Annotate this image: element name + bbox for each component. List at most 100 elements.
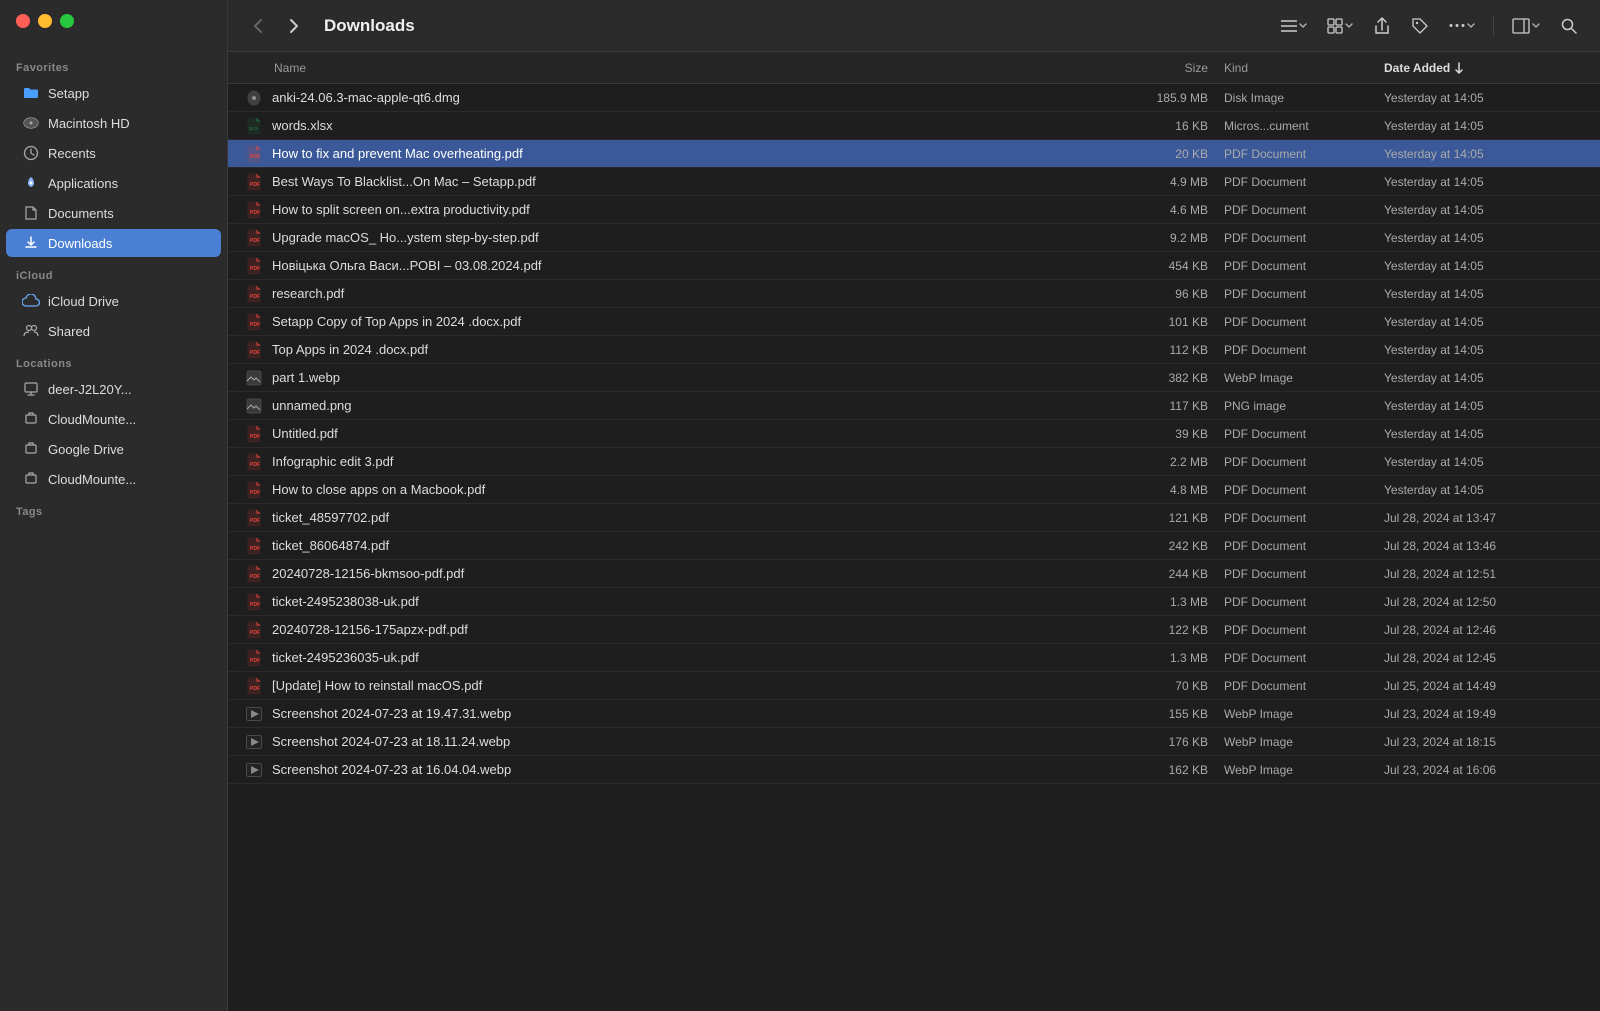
table-row[interactable]: XLS words.xlsx 16 KB Micros...cument Yes… bbox=[228, 112, 1600, 140]
file-size: 2.2 MB bbox=[1114, 455, 1224, 469]
table-row[interactable]: PDF research.pdf 96 KB PDF Document Yest… bbox=[228, 280, 1600, 308]
table-row[interactable]: Screenshot 2024-07-23 at 16.04.04.webp 1… bbox=[228, 756, 1600, 784]
file-size: 16 KB bbox=[1114, 119, 1224, 133]
sidebar-item-recents[interactable]: Recents bbox=[6, 139, 221, 167]
col-header-name[interactable]: Name bbox=[244, 61, 1114, 75]
svg-text:PDF: PDF bbox=[250, 210, 260, 216]
file-date: Yesterday at 14:05 bbox=[1384, 455, 1584, 469]
sidebar-item-icloud-drive[interactable]: iCloud Drive bbox=[6, 287, 221, 315]
grid-view-button[interactable] bbox=[1321, 14, 1359, 38]
file-size: 176 KB bbox=[1114, 735, 1224, 749]
google-drive-icon bbox=[22, 440, 40, 458]
file-kind: PDF Document bbox=[1224, 231, 1384, 245]
pdf-icon: PDF bbox=[244, 424, 264, 444]
favorites-section-label: Favorites bbox=[0, 50, 227, 78]
maximize-button[interactable] bbox=[60, 14, 74, 28]
back-button[interactable] bbox=[244, 12, 272, 40]
sidebar-item-shared[interactable]: Shared bbox=[6, 317, 221, 345]
pdf-icon: PDF bbox=[244, 172, 264, 192]
list-view-button[interactable] bbox=[1275, 15, 1313, 37]
sidebar-item-deer[interactable]: deer-J2L20Y... bbox=[6, 375, 221, 403]
table-row[interactable]: PDF How to fix and prevent Mac overheati… bbox=[228, 140, 1600, 168]
sidebar-item-documents[interactable]: Documents bbox=[6, 199, 221, 227]
file-date: Jul 23, 2024 at 18:15 bbox=[1384, 735, 1584, 749]
sidebar-item-google-drive[interactable]: Google Drive bbox=[6, 435, 221, 463]
toolbar-actions bbox=[1275, 11, 1584, 41]
minimize-button[interactable] bbox=[38, 14, 52, 28]
table-row[interactable]: Screenshot 2024-07-23 at 19.47.31.webp 1… bbox=[228, 700, 1600, 728]
svg-text:PDF: PDF bbox=[250, 322, 260, 328]
file-name: Screenshot 2024-07-23 at 16.04.04.webp bbox=[272, 762, 1114, 777]
sidebar-item-label: Downloads bbox=[48, 236, 112, 251]
window-title: Downloads bbox=[324, 16, 1267, 36]
tag-button[interactable] bbox=[1405, 11, 1435, 41]
col-header-kind[interactable]: Kind bbox=[1224, 61, 1384, 75]
table-row[interactable]: PDF 20240728-12156-bkmsoo-pdf.pdf 244 KB… bbox=[228, 560, 1600, 588]
table-row[interactable]: PDF How to split screen on...extra produ… bbox=[228, 196, 1600, 224]
table-row[interactable]: PDF Top Apps in 2024 .docx.pdf 112 KB PD… bbox=[228, 336, 1600, 364]
file-name: How to close apps on a Macbook.pdf bbox=[272, 482, 1114, 497]
preview-button[interactable] bbox=[1506, 14, 1546, 38]
table-row[interactable]: anki-24.06.3-mac-apple-qt6.dmg 185.9 MB … bbox=[228, 84, 1600, 112]
table-row[interactable]: part 1.webp 382 KB WebP Image Yesterday … bbox=[228, 364, 1600, 392]
table-row[interactable]: Screenshot 2024-07-23 at 18.11.24.webp 1… bbox=[228, 728, 1600, 756]
file-date: Yesterday at 14:05 bbox=[1384, 343, 1584, 357]
table-row[interactable]: PDF ticket-2495238038-uk.pdf 1.3 MB PDF … bbox=[228, 588, 1600, 616]
file-list[interactable]: anki-24.06.3-mac-apple-qt6.dmg 185.9 MB … bbox=[228, 84, 1600, 1011]
table-row[interactable]: PDF How to close apps on a Macbook.pdf 4… bbox=[228, 476, 1600, 504]
sidebar-item-applications[interactable]: Applications bbox=[6, 169, 221, 197]
col-header-date-added[interactable]: Date Added bbox=[1384, 61, 1584, 75]
xlsx-icon: XLS bbox=[244, 116, 264, 136]
column-headers: Name Size Kind Date Added bbox=[228, 52, 1600, 84]
sidebar-item-macintosh-hd[interactable]: Macintosh HD bbox=[6, 109, 221, 137]
svg-text:PDF: PDF bbox=[250, 182, 260, 188]
table-row[interactable]: PDF Setapp Copy of Top Apps in 2024 .doc… bbox=[228, 308, 1600, 336]
dmg-icon bbox=[244, 88, 264, 108]
search-button[interactable] bbox=[1554, 11, 1584, 41]
ext-drive-icon bbox=[22, 410, 40, 428]
table-row[interactable]: PDF Best Ways To Blacklist...On Mac – Se… bbox=[228, 168, 1600, 196]
sidebar-item-setapp[interactable]: Setapp bbox=[6, 79, 221, 107]
close-button[interactable] bbox=[16, 14, 30, 28]
file-name: ticket_86064874.pdf bbox=[272, 538, 1114, 553]
file-name: How to split screen on...extra productiv… bbox=[272, 202, 1114, 217]
webm-icon bbox=[244, 704, 264, 724]
file-kind: WebP Image bbox=[1224, 371, 1384, 385]
file-name: Setapp Copy of Top Apps in 2024 .docx.pd… bbox=[272, 314, 1114, 329]
svg-text:PDF: PDF bbox=[250, 518, 260, 524]
share-button[interactable] bbox=[1367, 11, 1397, 41]
svg-text:PDF: PDF bbox=[250, 658, 260, 664]
file-date: Yesterday at 14:05 bbox=[1384, 231, 1584, 245]
file-kind: PDF Document bbox=[1224, 343, 1384, 357]
more-button[interactable] bbox=[1443, 19, 1481, 33]
file-kind: PDF Document bbox=[1224, 175, 1384, 189]
table-row[interactable]: PDF Infographic edit 3.pdf 2.2 MB PDF Do… bbox=[228, 448, 1600, 476]
table-row[interactable]: PDF Новіцька Ольга Васи...РОBI – 03.08.2… bbox=[228, 252, 1600, 280]
table-row[interactable]: PDF Upgrade macOS_ Ho...ystem step-by-st… bbox=[228, 224, 1600, 252]
table-row[interactable]: PDF ticket_48597702.pdf 121 KB PDF Docum… bbox=[228, 504, 1600, 532]
file-date: Jul 23, 2024 at 16:06 bbox=[1384, 763, 1584, 777]
forward-button[interactable] bbox=[280, 12, 308, 40]
table-row[interactable]: PDF [Update] How to reinstall macOS.pdf … bbox=[228, 672, 1600, 700]
file-date: Yesterday at 14:05 bbox=[1384, 119, 1584, 133]
svg-text:PDF: PDF bbox=[250, 266, 260, 272]
sidebar-item-label: Macintosh HD bbox=[48, 116, 130, 131]
pdf-icon: PDF bbox=[244, 256, 264, 276]
sidebar-item-cloudmount-2[interactable]: CloudMounte... bbox=[6, 465, 221, 493]
file-name: part 1.webp bbox=[272, 370, 1114, 385]
svg-text:PDF: PDF bbox=[250, 602, 260, 608]
svg-text:PDF: PDF bbox=[250, 294, 260, 300]
table-row[interactable]: PDF ticket_86064874.pdf 242 KB PDF Docum… bbox=[228, 532, 1600, 560]
file-size: 244 KB bbox=[1114, 567, 1224, 581]
file-date: Jul 28, 2024 at 12:50 bbox=[1384, 595, 1584, 609]
table-row[interactable]: PDF Untitled.pdf 39 KB PDF Document Yest… bbox=[228, 420, 1600, 448]
shared-icon bbox=[22, 322, 40, 340]
sidebar-item-downloads[interactable]: Downloads bbox=[6, 229, 221, 257]
col-header-size[interactable]: Size bbox=[1114, 61, 1224, 75]
table-row[interactable]: unnamed.png 117 KB PNG image Yesterday a… bbox=[228, 392, 1600, 420]
svg-text:PDF: PDF bbox=[250, 238, 260, 244]
sidebar-item-cloudmount-1[interactable]: CloudMounte... bbox=[6, 405, 221, 433]
table-row[interactable]: PDF ticket-2495236035-uk.pdf 1.3 MB PDF … bbox=[228, 644, 1600, 672]
file-size: 155 KB bbox=[1114, 707, 1224, 721]
table-row[interactable]: PDF 20240728-12156-175apzx-pdf.pdf 122 K… bbox=[228, 616, 1600, 644]
